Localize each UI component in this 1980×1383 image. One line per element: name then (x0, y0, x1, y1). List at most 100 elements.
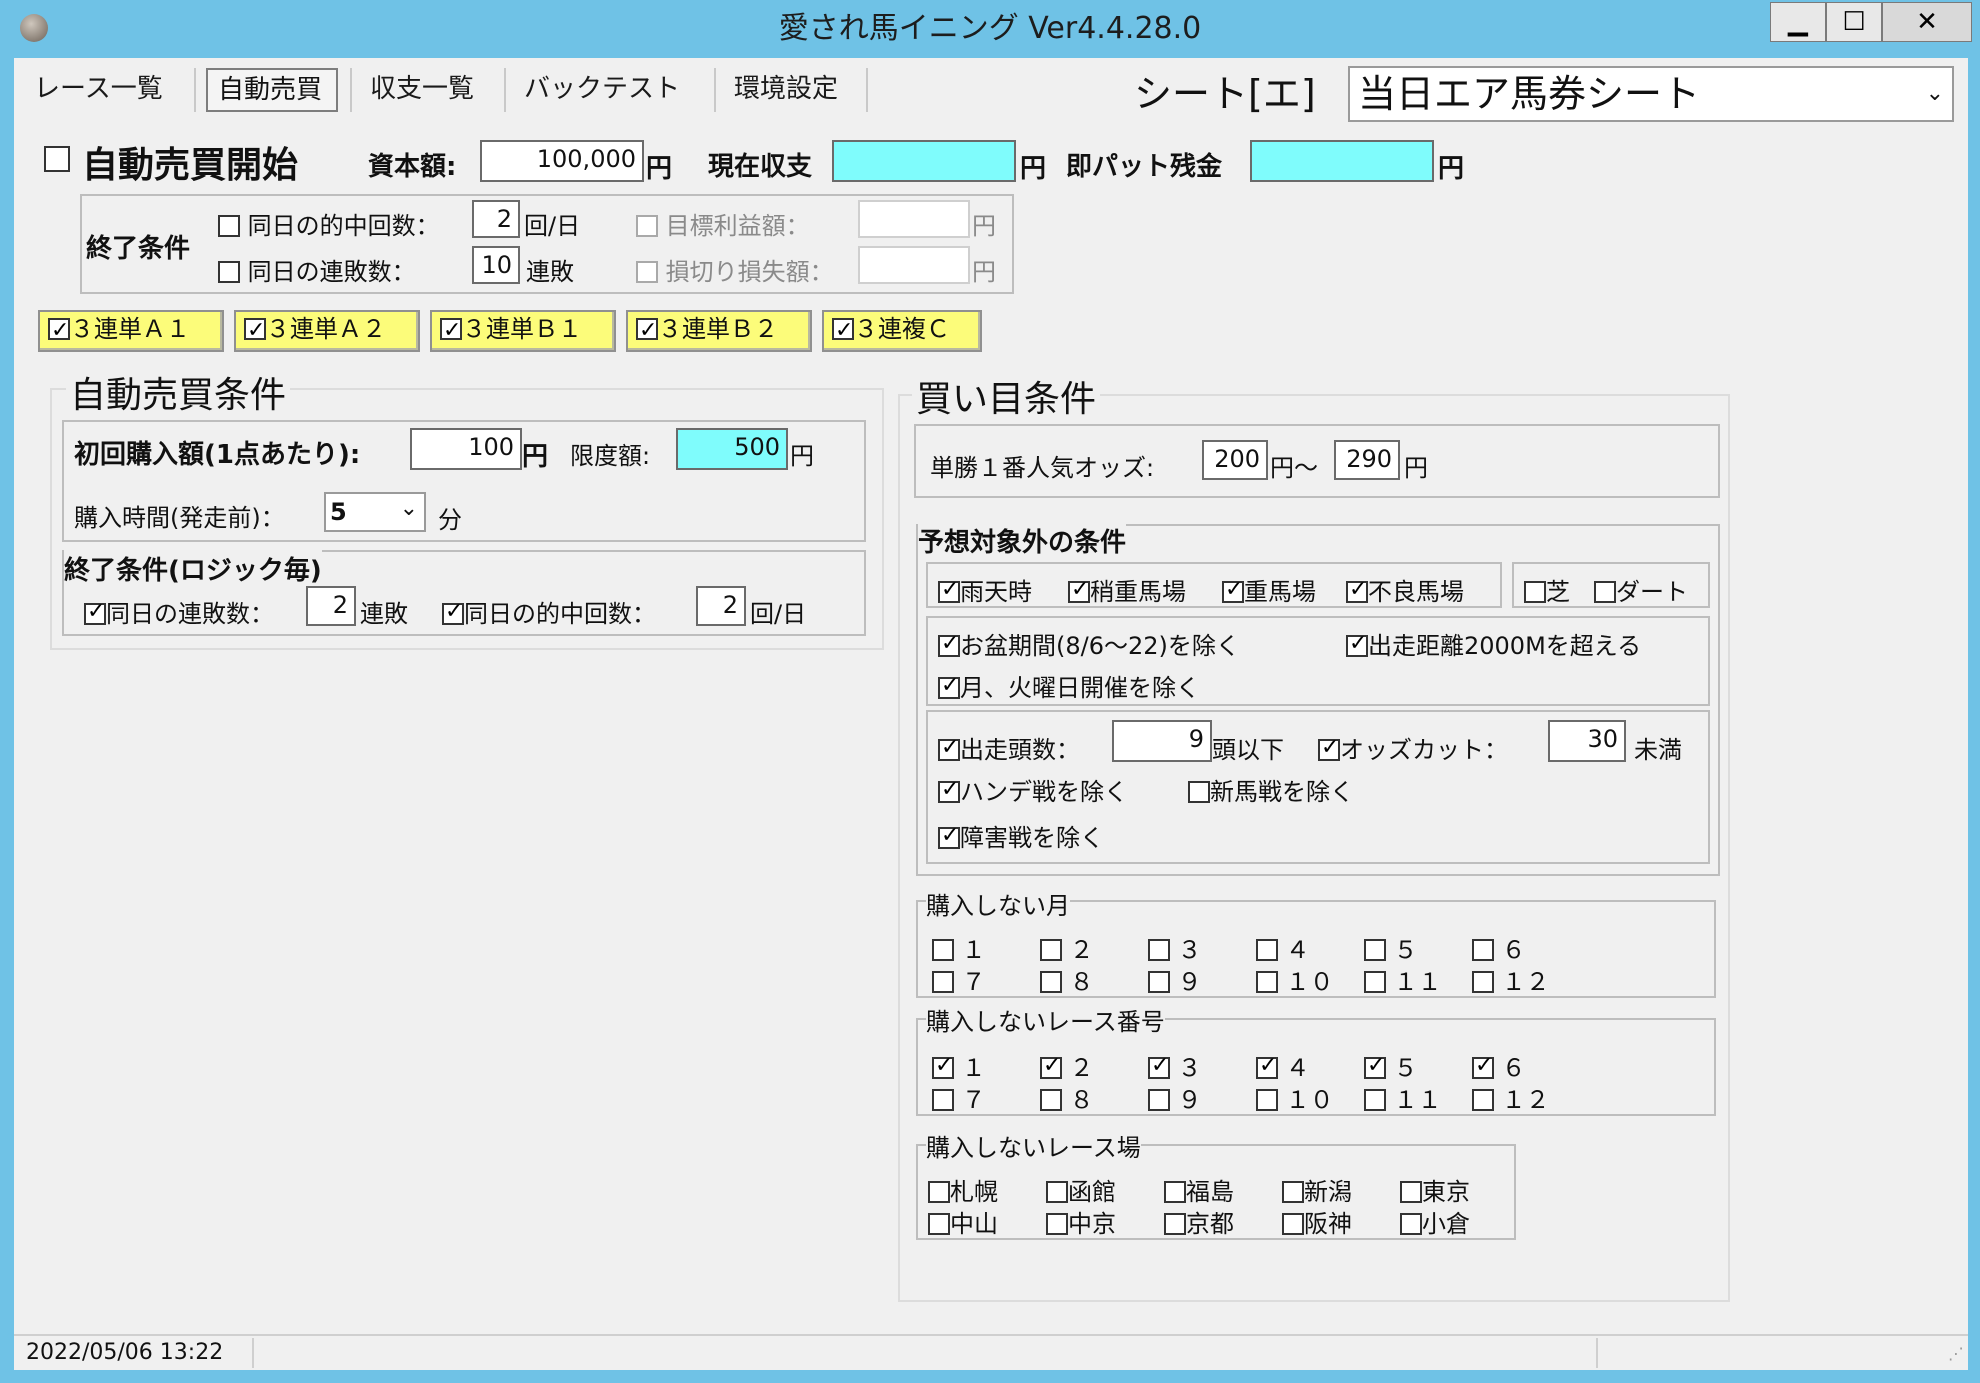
checkbox-icon (44, 146, 70, 172)
course-nakayama-checkbox[interactable]: 中山 (928, 1204, 998, 1239)
month-5-checkbox[interactable]: ５ (1364, 930, 1418, 965)
loss-streak-input[interactable]: 10 (472, 246, 520, 284)
hit-count-unit: 回/日 (524, 212, 581, 240)
race-12-checkbox[interactable]: １２ (1472, 1080, 1550, 1115)
hit-count-input[interactable]: 2 (472, 200, 520, 238)
menu-race-list[interactable]: レース一覧 (34, 64, 163, 114)
close-button[interactable]: ✕ (1882, 2, 1972, 42)
odds-from-input[interactable]: 200 (1202, 440, 1268, 480)
odds-cut-input[interactable]: 30 (1548, 720, 1626, 762)
surface-turf-checkbox[interactable]: 芝 (1524, 572, 1570, 607)
surface-dirt-checkbox[interactable]: ダート (1594, 572, 1688, 607)
logic-tab-b2[interactable]: ３連単Ｂ２ (626, 310, 812, 352)
logic-tab-b1[interactable]: ３連単Ｂ１ (430, 310, 616, 352)
month-1-checkbox[interactable]: １ (932, 930, 986, 965)
month-4-checkbox[interactable]: ４ (1256, 930, 1310, 965)
runners-checkbox[interactable]: 出走頭数： (938, 730, 1080, 765)
target-profit-checkbox[interactable]: 目標利益額： (636, 206, 810, 241)
month-6-checkbox[interactable]: ６ (1472, 930, 1526, 965)
course-label: 小倉 (1422, 1210, 1470, 1238)
menu-backtest[interactable]: バックテスト (524, 64, 680, 114)
newhorse-checkbox[interactable]: 新馬戦を除く (1188, 772, 1354, 807)
logic-hit-input[interactable]: 2 (696, 586, 746, 626)
auto-start-checkbox[interactable] (44, 146, 70, 175)
month-2-checkbox[interactable]: ２ (1040, 930, 1094, 965)
course-hakodate-checkbox[interactable]: 函館 (1046, 1172, 1116, 1207)
logic-loss-input[interactable]: 2 (306, 586, 356, 626)
menu-balance-list[interactable]: 収支一覧 (370, 64, 474, 114)
month-7-checkbox[interactable]: ７ (932, 962, 986, 997)
course-kokura-checkbox[interactable]: 小倉 (1400, 1204, 1470, 1239)
runners-input[interactable]: 9 (1112, 720, 1212, 762)
weather-bad-checkbox[interactable]: 不良馬場 (1346, 572, 1464, 607)
logic-loss-checkbox[interactable]: 同日の連敗数： (84, 594, 274, 629)
month-label: ９ (1177, 968, 1202, 996)
limit-input[interactable]: 500 (676, 428, 788, 470)
buy-time-select[interactable]: 5 ⌄ (324, 492, 426, 532)
race-1-checkbox[interactable]: １ (932, 1048, 986, 1083)
checkbox-icon (932, 939, 954, 961)
stop-loss-input[interactable] (858, 246, 970, 284)
month-10-checkbox[interactable]: １０ (1256, 962, 1334, 997)
handicap-checkbox[interactable]: ハンデ戦を除く (938, 772, 1128, 807)
race-7-checkbox[interactable]: ７ (932, 1080, 986, 1115)
weather-slightly-heavy-checkbox[interactable]: 稍重馬場 (1068, 572, 1186, 607)
minimize-button[interactable]: ▁ (1770, 2, 1826, 42)
checkbox-icon (1148, 971, 1170, 993)
buy-time-value: 5 (330, 498, 347, 526)
race-2-checkbox[interactable]: ２ (1040, 1048, 1094, 1083)
weather-rain-checkbox[interactable]: 雨天時 (938, 572, 1032, 607)
course-niigata-checkbox[interactable]: 新潟 (1282, 1172, 1352, 1207)
race-8-checkbox[interactable]: ８ (1040, 1080, 1094, 1115)
course-kyoto-checkbox[interactable]: 京都 (1164, 1204, 1234, 1239)
logic-tab-c[interactable]: ３連複Ｃ (822, 310, 982, 352)
capital-input[interactable]: 100,000 (480, 140, 644, 182)
race-label: ４ (1285, 1054, 1310, 1082)
obstacle-checkbox[interactable]: 障害戦を除く (938, 818, 1104, 853)
first-buy-input[interactable]: 100 (410, 428, 522, 470)
loss-streak-label: 同日の連敗数： (247, 258, 416, 286)
distance-checkbox[interactable]: 出走距離2000Mを超える (1346, 626, 1641, 661)
menu-auto-trade[interactable]: 自動売買 (206, 68, 338, 112)
month-8-checkbox[interactable]: ８ (1040, 962, 1094, 997)
race-9-checkbox[interactable]: ９ (1148, 1080, 1202, 1115)
loss-streak-checkbox[interactable]: 同日の連敗数： (218, 252, 416, 287)
checkbox-icon (938, 735, 960, 761)
course-fukushima-checkbox[interactable]: 福島 (1164, 1172, 1234, 1207)
maximize-button[interactable]: ☐ (1826, 2, 1882, 42)
stop-loss-checkbox[interactable]: 損切り損失額： (636, 252, 834, 287)
race-number-title: 購入しないレース番号 (926, 1002, 1165, 1037)
month-11-checkbox[interactable]: １１ (1364, 962, 1442, 997)
course-chukyo-checkbox[interactable]: 中京 (1046, 1204, 1116, 1239)
race-4-checkbox[interactable]: ４ (1256, 1048, 1310, 1083)
logic-hit-checkbox[interactable]: 同日の的中回数： (442, 594, 656, 629)
menu-settings[interactable]: 環境設定 (734, 64, 838, 114)
odds-to-input[interactable]: 290 (1334, 440, 1400, 480)
weather-heavy-checkbox[interactable]: 重馬場 (1222, 572, 1316, 607)
obon-checkbox[interactable]: お盆期間(8/6〜22)を除く (938, 626, 1240, 661)
race-11-checkbox[interactable]: １１ (1364, 1080, 1442, 1115)
logic-tab-a2[interactable]: ３連単Ａ２ (234, 310, 420, 352)
race-3-checkbox[interactable]: ３ (1148, 1048, 1202, 1083)
race-6-checkbox[interactable]: ６ (1472, 1048, 1526, 1083)
sheet-select[interactable]: 当日エア馬券シート ⌄ (1348, 66, 1954, 122)
logic-tab-a1[interactable]: ３連単Ａ１ (38, 310, 224, 352)
menu-separator (194, 68, 196, 112)
checkbox-icon (1400, 1213, 1422, 1235)
course-label: 函館 (1068, 1178, 1116, 1206)
race-5-checkbox[interactable]: ５ (1364, 1048, 1418, 1083)
hit-count-checkbox[interactable]: 同日の的中回数： (218, 206, 440, 241)
race-10-checkbox[interactable]: １０ (1256, 1080, 1334, 1115)
monday-checkbox[interactable]: 月、火曜日開催を除く (938, 668, 1200, 703)
race-label: １０ (1285, 1086, 1334, 1114)
month-12-checkbox[interactable]: １２ (1472, 962, 1550, 997)
month-3-checkbox[interactable]: ３ (1148, 930, 1202, 965)
resize-grip-icon[interactable]: ⋰ (1948, 1344, 1964, 1363)
course-sapporo-checkbox[interactable]: 札幌 (928, 1172, 998, 1207)
month-9-checkbox[interactable]: ９ (1148, 962, 1202, 997)
course-hanshin-checkbox[interactable]: 阪神 (1282, 1204, 1352, 1239)
checkbox-icon (928, 1213, 950, 1235)
odds-cut-checkbox[interactable]: オッズカット： (1318, 730, 1508, 765)
target-profit-input[interactable] (858, 200, 970, 238)
course-tokyo-checkbox[interactable]: 東京 (1400, 1172, 1470, 1207)
